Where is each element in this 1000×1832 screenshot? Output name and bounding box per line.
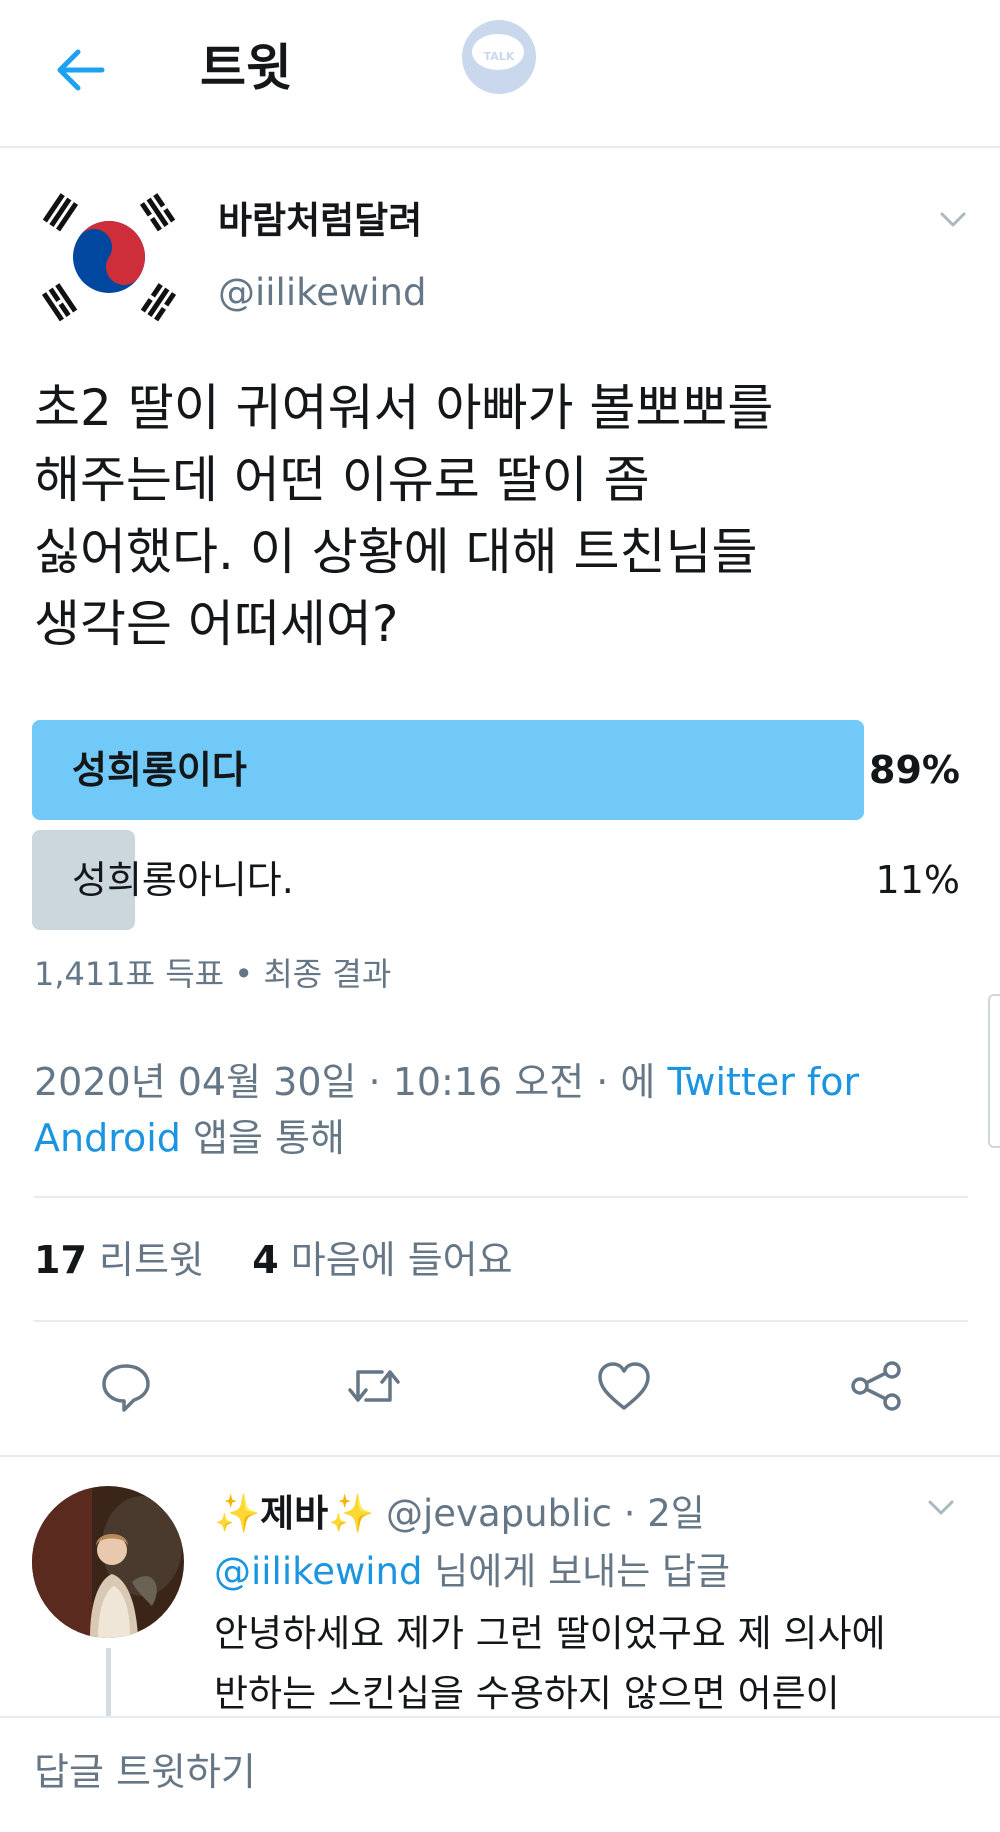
reply-text-line: 안녕하세요 제가 그런 딸이었구요 제 의사에 [214, 1612, 886, 1655]
replying-to-handle[interactable]: @iilikewind [214, 1550, 422, 1593]
talk-label: TALK [483, 50, 515, 63]
poll-option-label: 성희롱이다 [72, 748, 247, 792]
replying-to-suffix: 님에게 보내는 답글 [422, 1550, 731, 1593]
reply-author-handle[interactable]: @jevapublic [386, 1492, 612, 1535]
tweet-text-line: 초2 딸이 귀여워서 아빠가 볼뽀뽀를 [34, 379, 774, 437]
reply-input[interactable]: 답글 트윗하기 [34, 1744, 256, 1800]
tweet-stats: 17 리트윗 4 마음에 들어요 [34, 1232, 513, 1288]
tweet-text-line: 해주는데 어떤 이유로 딸이 좀 [34, 451, 650, 509]
tweet-text-line: 싫어했다. 이 상황에 대해 트친님들 [34, 523, 758, 581]
timestamp-text: 2020년 04월 30일 · 10:16 오전 · 에 [34, 1060, 668, 1104]
retweet-label[interactable]: 리트윗 [99, 1238, 204, 1282]
section-divider [0, 1455, 1000, 1457]
reply-author-name[interactable]: 제바 [260, 1492, 328, 1535]
poll-vote-count: 1,411표 득표 [34, 955, 225, 993]
sparkle-emoji: ✨ [214, 1492, 261, 1535]
source-link[interactable]: Android [34, 1116, 181, 1160]
author-handle[interactable]: @iilikewind [218, 268, 426, 318]
share-icon[interactable] [848, 1358, 904, 1414]
reply-compose-bar[interactable]: 답글 트윗하기 [0, 1716, 1000, 1832]
poll-separator: • [234, 955, 254, 993]
page-title: 트윗 [200, 39, 292, 97]
reply-header: ✨제바✨ @jevapublic · 2일 [214, 1486, 705, 1542]
poll-option-2: 성희롱아니다. 11% [32, 830, 960, 930]
chevron-down-icon[interactable] [938, 204, 968, 234]
arrow-left-icon[interactable] [50, 40, 110, 100]
poll-option-1: 성희롱이다 89% [32, 720, 960, 820]
poll-meta: 1,411표 득표 • 최종 결과 [34, 950, 391, 998]
poll-option-percent: 11% [875, 858, 960, 902]
poll-option-label: 성희롱아니다. [72, 858, 294, 902]
chevron-down-icon[interactable] [926, 1492, 956, 1522]
korean-flag-icon [36, 184, 182, 330]
scroll-handle[interactable] [988, 994, 1000, 1148]
sparkle-emoji: ✨ [328, 1492, 375, 1535]
reply-time: · 2일 [623, 1492, 705, 1535]
divider [34, 1320, 968, 1322]
divider [34, 1196, 968, 1198]
author-avatar[interactable] [36, 184, 182, 330]
like-count[interactable]: 4 [252, 1238, 278, 1282]
poll-option-percent: 89% [869, 748, 960, 792]
like-icon[interactable] [596, 1358, 652, 1414]
reply-author-avatar[interactable] [32, 1486, 184, 1638]
like-label[interactable]: 마음에 들어요 [291, 1238, 513, 1282]
source-link[interactable]: Twitter for [667, 1060, 859, 1104]
tweet-text-line: 생각은 어떠세여? [34, 595, 399, 653]
retweet-count[interactable]: 17 [34, 1238, 87, 1282]
tweet-timestamp: 2020년 04월 30일 · 10:16 오전 · 에 Twitter for… [34, 1054, 964, 1166]
replying-to: @iilikewind 님에게 보내는 답글 [214, 1544, 730, 1600]
reply-icon[interactable] [98, 1358, 154, 1414]
reply-text: 안녕하세요 제가 그런 딸이었구요 제 의사에 반하는 스킨십을 수용하지 않으… [214, 1604, 984, 1724]
kakaotalk-share-bubble-icon[interactable]: TALK [462, 20, 536, 94]
portrait-painting-image [32, 1486, 184, 1638]
poll-status: 최종 결과 [263, 955, 392, 993]
author-name[interactable]: 바람처럼달려 [218, 196, 422, 246]
retweet-icon[interactable] [346, 1358, 402, 1414]
tweet-text: 초2 딸이 귀여워서 아빠가 볼뽀뽀를 해주는데 어떤 이유로 딸이 좀 싫어했… [34, 372, 964, 660]
timestamp-suffix: 앱을 통해 [180, 1116, 345, 1160]
thread-line [106, 1648, 111, 1726]
reply-text-line: 반하는 스킨십을 수용하지 않으면 어른이 [214, 1672, 840, 1715]
top-bar: 트윗 TALK [0, 0, 1000, 148]
